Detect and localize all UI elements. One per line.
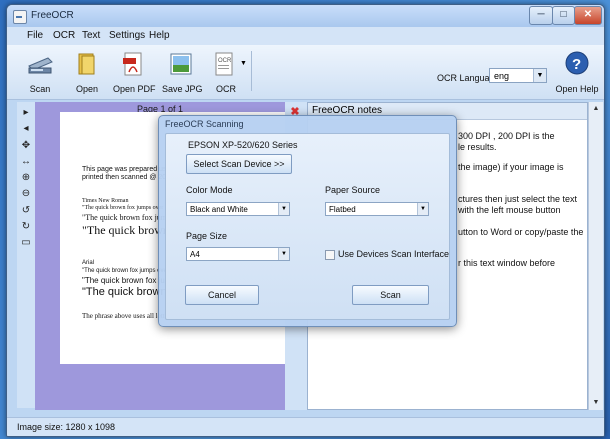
svg-text:?: ? bbox=[572, 56, 581, 73]
move-icon[interactable]: ✥ bbox=[19, 139, 33, 153]
scan-start-button[interactable]: Scan bbox=[352, 285, 429, 305]
use-scan-interface-label: Use Devices Scan Interface bbox=[338, 249, 450, 259]
use-scan-interface-checkbox[interactable] bbox=[325, 250, 335, 260]
paper-source-value: Flatbed bbox=[329, 205, 356, 214]
ocr-label: OCR bbox=[216, 84, 236, 94]
rotate-right-icon[interactable]: ↻ bbox=[19, 220, 33, 234]
note-line: r this text window before bbox=[458, 258, 556, 268]
pdf-icon bbox=[123, 52, 142, 76]
paper-source-select[interactable]: Flatbed ▼ bbox=[325, 202, 429, 216]
menu-file[interactable]: File bbox=[27, 30, 43, 41]
note-line: ctures then just select the text bbox=[458, 194, 578, 204]
scroll-down-icon[interactable]: ▼ bbox=[589, 396, 603, 410]
vertical-scrollbar[interactable]: ▲ ▼ bbox=[588, 102, 603, 410]
scanner-icon bbox=[28, 57, 53, 74]
chevron-down-icon: ▼ bbox=[278, 248, 289, 260]
minimize-button[interactable]: ─ bbox=[529, 6, 553, 25]
note-line: the image) if your image is bbox=[458, 162, 564, 172]
chevron-down-icon: ▼ bbox=[533, 69, 546, 82]
color-mode-label: Color Mode bbox=[186, 185, 233, 195]
image-size-status: Image size: 1280 x 1098 bbox=[17, 422, 116, 432]
open-pdf-button[interactable]: Open PDF bbox=[113, 48, 156, 96]
open-button[interactable]: Open bbox=[70, 48, 104, 96]
ocr-page-icon: OCR bbox=[215, 52, 233, 76]
save-jpg-button[interactable]: Save JPG bbox=[162, 48, 203, 96]
note-line: le results. bbox=[458, 142, 497, 152]
note-line: 300 DPI , 200 DPI is the bbox=[458, 131, 555, 141]
note-line: with the left mouse button bbox=[458, 205, 561, 215]
zoom-in-icon[interactable]: ⊕ bbox=[19, 171, 33, 185]
dialog-title: FreeOCR Scanning bbox=[165, 119, 244, 129]
title-bar[interactable]: FreeOCR ─ □ ✕ bbox=[7, 5, 604, 27]
color-mode-select[interactable]: Black and White ▼ bbox=[186, 202, 290, 216]
page-size-value: A4 bbox=[190, 250, 200, 259]
menu-text[interactable]: Text bbox=[82, 30, 100, 41]
select-scan-device-button[interactable]: Select Scan Device >> bbox=[186, 154, 292, 174]
toolbar-separator bbox=[251, 51, 252, 91]
page-size-label: Page Size bbox=[186, 231, 228, 241]
close-button[interactable]: ✕ bbox=[574, 6, 602, 25]
prev-page-icon[interactable]: ◂ bbox=[19, 122, 33, 136]
ocr-button[interactable]: OCR ▼ OCR bbox=[206, 48, 247, 96]
maximize-button[interactable]: □ bbox=[552, 6, 575, 25]
menu-ocr[interactable]: OCR bbox=[53, 30, 75, 41]
menu-settings[interactable]: Settings bbox=[109, 30, 145, 41]
scan-button[interactable]: Scan bbox=[21, 48, 59, 96]
ocr-dropdown-arrow-icon[interactable]: ▼ bbox=[240, 60, 247, 67]
menu-help[interactable]: Help bbox=[149, 30, 170, 41]
window-title: FreeOCR bbox=[31, 10, 74, 21]
folder-icon bbox=[78, 53, 95, 75]
page-size-select[interactable]: A4 ▼ bbox=[186, 247, 290, 261]
scanning-dialog: FreeOCR Scanning EPSON XP-520/620 Series… bbox=[158, 115, 457, 327]
help-icon: ? bbox=[565, 51, 589, 75]
scan-text-line: Times New Roman bbox=[82, 198, 129, 204]
scan-text-line: Arial bbox=[82, 260, 95, 266]
svg-text:OCR: OCR bbox=[218, 58, 232, 64]
app-icon bbox=[13, 10, 27, 24]
ocr-language-value: eng bbox=[494, 71, 510, 81]
open-label: Open bbox=[75, 84, 99, 94]
chevron-down-icon: ▼ bbox=[278, 203, 289, 215]
open-help-button[interactable]: ? Open Help bbox=[555, 48, 599, 96]
note-line: utton to Word or copy/paste the bbox=[458, 227, 584, 237]
next-page-icon[interactable]: ▸ bbox=[19, 106, 33, 120]
open-help-label: Open Help bbox=[555, 84, 599, 94]
paper-source-label: Paper Source bbox=[325, 185, 381, 195]
color-mode-value: Black and White bbox=[190, 205, 248, 214]
fit-width-icon[interactable]: ↔ bbox=[19, 155, 33, 169]
side-toolbar: ▸ ◂ ✥ ↔ ⊕ ⊖ ↺ ↻ ▭ bbox=[17, 102, 35, 408]
image-icon bbox=[170, 53, 192, 75]
scan-label: Scan bbox=[29, 84, 51, 94]
status-bar: Image size: 1280 x 1098 bbox=[7, 417, 604, 436]
chevron-down-icon: ▼ bbox=[417, 203, 428, 215]
zoom-out-icon[interactable]: ⊖ bbox=[19, 187, 33, 201]
dialog-body: EPSON XP-520/620 Series Select Scan Devi… bbox=[165, 133, 450, 320]
cancel-button[interactable]: Cancel bbox=[185, 285, 259, 305]
rotate-left-icon[interactable]: ↺ bbox=[19, 204, 33, 218]
open-pdf-label: Open PDF bbox=[113, 84, 156, 94]
scroll-up-icon[interactable]: ▲ bbox=[589, 102, 603, 116]
save-jpg-label: Save JPG bbox=[162, 84, 203, 94]
menu-bar: File OCR Text Settings Help bbox=[7, 27, 604, 45]
select-area-icon[interactable]: ▭ bbox=[19, 236, 33, 250]
ocr-language-select[interactable]: eng ▼ bbox=[489, 68, 547, 83]
device-name: EPSON XP-520/620 Series bbox=[188, 140, 298, 150]
